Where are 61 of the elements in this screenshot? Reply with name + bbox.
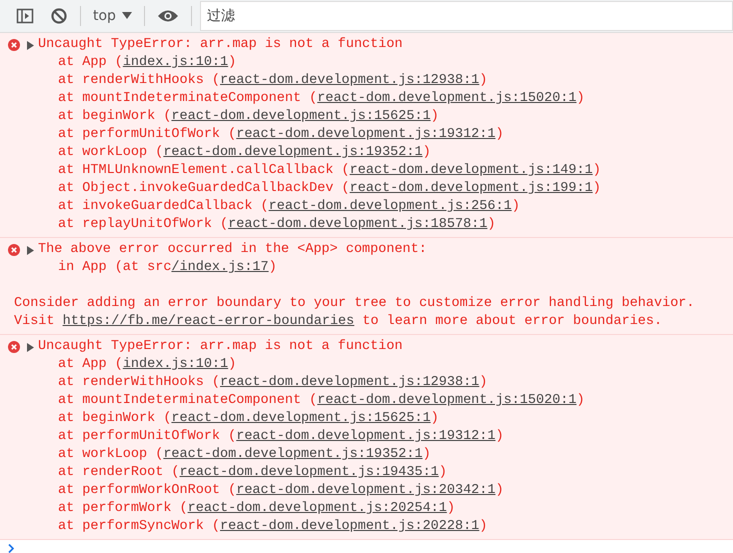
stack-frame: at invokeGuardedCallback (react-dom.development.js:256:1)	[58, 198, 520, 216]
stack-frame: at beginWork (react-dom.development.js:15625:1)	[58, 108, 439, 126]
error-message: Uncaught TypeError: arr.map is not a function	[38, 36, 403, 54]
stack-frame: at Object.invokeGuardedCallbackDev (react-dom.development.js:199:1)	[58, 180, 601, 198]
prompt-icon	[8, 544, 14, 552]
source-link[interactable]: react-dom.development.js:19352:1	[163, 145, 423, 160]
note-text: Visit https://fb.me/react-error-boundaries to learn more about error boundaries.	[14, 313, 662, 331]
stack-frame: in App (at src/index.js:17)	[58, 259, 277, 277]
stack-frame: at performWorkOnRoot (react-dom.development.js:20342:1)	[58, 482, 504, 500]
source-link[interactable]: index.js:10:1	[122, 55, 228, 70]
stack-frame: at renderWithHooks (react-dom.development.js:12938:1)	[58, 374, 488, 392]
source-link[interactable]: react-dom.development.js:149:1	[350, 163, 593, 178]
source-link[interactable]: react-dom.development.js:20342:1	[236, 483, 496, 498]
error-message: The above error occurred in the <App> component:	[38, 241, 427, 259]
error-message: Uncaught TypeError: arr.map is not a function	[38, 338, 403, 356]
stack-frame: at App (index.js:10:1)	[58, 54, 236, 72]
stack-frame: at App (index.js:10:1)	[58, 356, 236, 374]
stack-frame: at performUnitOfWork (react-dom.development.js:19312:1)	[58, 428, 504, 446]
source-link[interactable]: react-dom.development.js:15625:1	[171, 109, 431, 124]
clear-console-icon[interactable]	[50, 7, 68, 25]
eye-icon[interactable]	[156, 9, 179, 23]
stack-frame: at replayUnitOfWork (react-dom.development.js:18578:1)	[58, 216, 496, 234]
expand-icon[interactable]	[26, 40, 34, 50]
stack-frame: at performWork (react-dom.development.js:20254:1)	[58, 500, 455, 518]
expand-icon[interactable]	[26, 246, 34, 254]
sidebar-toggle-icon[interactable]	[16, 7, 34, 25]
stack-frame: at mountIndeterminateComponent (react-dom.development.js:15020:1)	[58, 392, 585, 410]
stack-frame: at mountIndeterminateComponent (react-dom.development.js:15020:1)	[58, 90, 585, 108]
source-link[interactable]: react-dom.development.js:199:1	[350, 181, 593, 196]
source-link[interactable]: index.js:10:1	[122, 357, 228, 372]
stack-frame: at HTMLUnknownElement.callCallback (react-dom.development.js:149:1)	[58, 162, 601, 180]
stack-frame: at workLoop (react-dom.development.js:19352:1)	[58, 144, 431, 162]
note-text: Consider adding an error boundary to your tree to customize error handling behavior.	[14, 295, 695, 313]
error-icon	[8, 39, 20, 51]
expand-icon[interactable]	[26, 342, 34, 352]
stack-frame: at renderRoot (react-dom.development.js:19435:1)	[58, 464, 447, 482]
source-link[interactable]: react-dom.development.js:19312:1	[236, 429, 496, 444]
source-link[interactable]: react-dom.development.js:20254:1	[188, 501, 447, 516]
caret-icon	[122, 12, 132, 20]
source-link[interactable]: react-dom.development.js:19435:1	[180, 465, 439, 480]
source-link[interactable]: react-dom.development.js:19312:1	[236, 127, 496, 142]
stack-frame: at performSyncWork (react-dom.development.js:20228:1)	[58, 518, 488, 536]
source-link[interactable]: react-dom.development.js:20228:1	[220, 519, 480, 534]
source-link[interactable]: react-dom.development.js:12938:1	[220, 375, 480, 390]
error-icon	[8, 341, 20, 353]
error-icon	[8, 244, 20, 256]
source-link[interactable]: react-dom.development.js:256:1	[268, 199, 512, 214]
filter-field[interactable]: 过滤	[200, 1, 733, 31]
stack-frame: at workLoop (react-dom.development.js:19352:1)	[58, 446, 431, 464]
stack-frame: at renderWithHooks (react-dom.development.js:12938:1)	[58, 72, 488, 90]
source-link[interactable]: react-dom.development.js:15020:1	[317, 393, 576, 408]
source-link[interactable]: react-dom.development.js:15625:1	[171, 411, 431, 426]
docs-link[interactable]: https://fb.me/react-error-boundaries	[62, 314, 354, 329]
source-link[interactable]: react-dom.development.js:19352:1	[163, 447, 423, 462]
source-link[interactable]: react-dom.development.js:18578:1	[228, 217, 488, 232]
source-link[interactable]: react-dom.development.js:15020:1	[317, 91, 576, 106]
source-link[interactable]: /index.js:17	[171, 260, 269, 275]
stack-frame: at beginWork (react-dom.development.js:15625:1)	[58, 410, 439, 428]
stack-frame: at performUnitOfWork (react-dom.development.js:19312:1)	[58, 126, 504, 144]
source-link[interactable]: react-dom.development.js:12938:1	[220, 73, 480, 88]
context-selector[interactable]: top	[85, 8, 140, 24]
